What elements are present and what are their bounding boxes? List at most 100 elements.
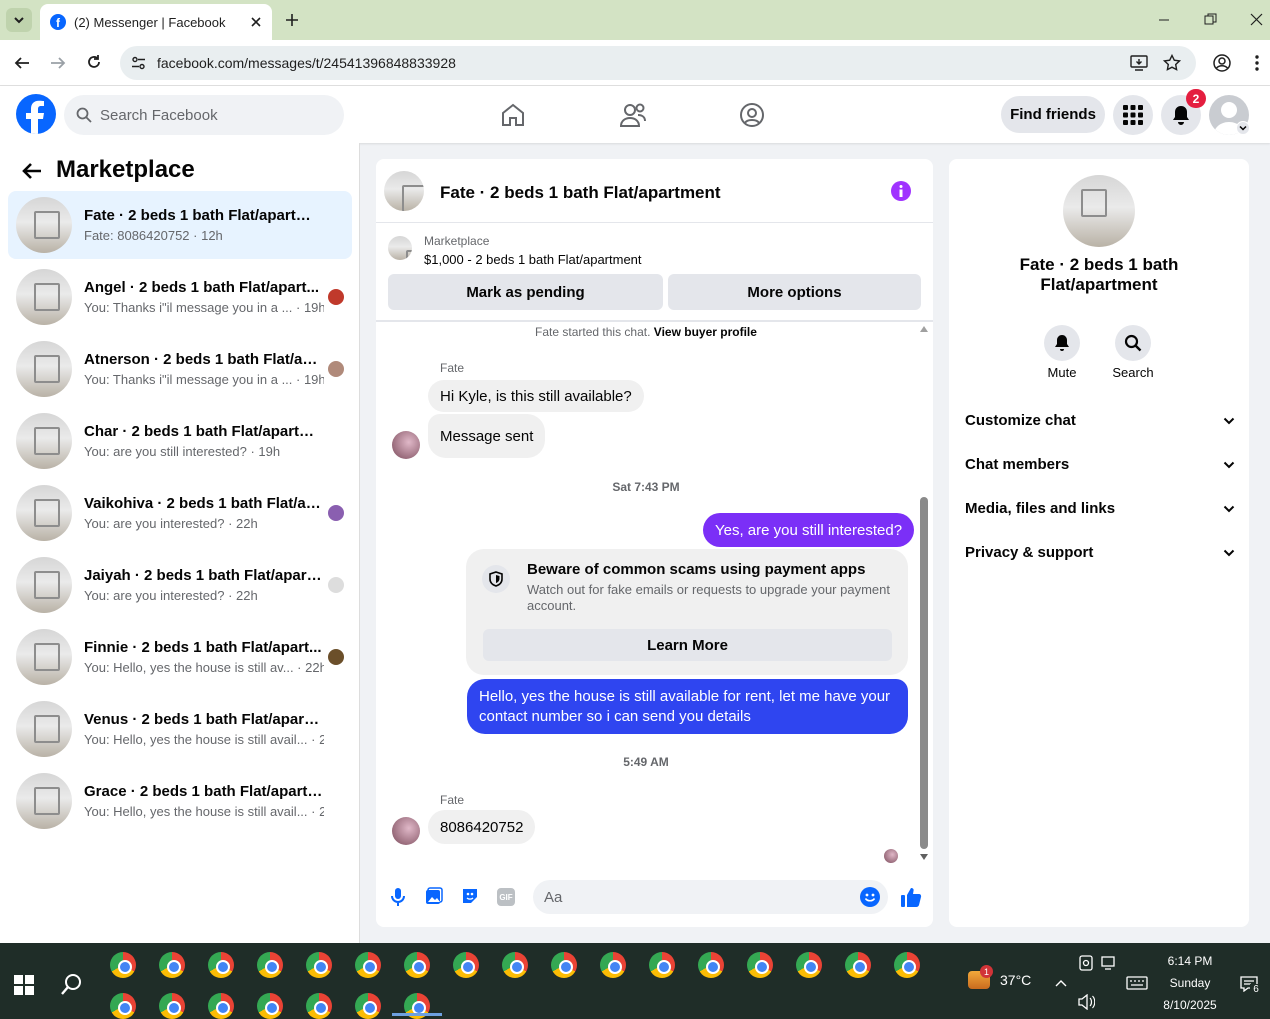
mute-button[interactable] [1044, 325, 1080, 361]
chat-avatar[interactable] [384, 171, 424, 211]
speaker-icon[interactable] [1077, 994, 1095, 1010]
conversation-item[interactable]: Venus · 2 beds 1 bath Flat/apartme... You… [8, 695, 352, 763]
microphone-icon[interactable] [391, 887, 405, 907]
chrome-icon[interactable] [208, 993, 234, 1019]
restore-icon[interactable] [1204, 13, 1217, 26]
details-avatar[interactable] [1063, 175, 1135, 247]
facebook-logo-icon[interactable] [16, 94, 56, 134]
message-bubble[interactable]: Hi Kyle, is this still available? [428, 380, 644, 412]
install-app-icon[interactable] [1130, 55, 1148, 71]
taskbar-search-icon[interactable] [61, 973, 83, 995]
sticker-icon[interactable] [461, 887, 479, 905]
info-button[interactable] [891, 181, 911, 201]
message-bubble[interactable]: 8086420752 [428, 810, 536, 844]
message-bubble[interactable]: Message sent [428, 414, 546, 458]
find-friends-button[interactable]: Find friends [1001, 96, 1105, 133]
chrome-icon[interactable] [698, 952, 724, 978]
conversation-item[interactable]: Vaikohiva · 2 beds 1 bath Flat/ap... You:… [8, 479, 352, 547]
scroll-thumb[interactable] [920, 497, 928, 849]
conversation-item[interactable]: Char · 2 beds 1 bath Flat/apartment You: … [8, 407, 352, 475]
forward-arrow-icon[interactable] [50, 55, 66, 71]
scroll-down-icon[interactable] [920, 854, 928, 860]
close-window-icon[interactable] [1250, 13, 1263, 26]
message-bubble-outgoing[interactable]: Yes, are you still interested? [703, 513, 915, 547]
chat-members-row[interactable]: Chat members [965, 456, 1235, 473]
site-info-icon[interactable] [131, 56, 146, 70]
listing-price[interactable]: $1,000 - 2 beds 1 bath Flat/apartment [424, 252, 642, 267]
back-arrow-icon[interactable] [14, 55, 30, 71]
close-tab-icon[interactable] [250, 16, 262, 28]
clock-time[interactable]: 6:14 PM [1160, 954, 1220, 968]
sender-avatar[interactable] [392, 817, 420, 845]
conversation-item[interactable]: Angel · 2 beds 1 bath Flat/apart... You: … [8, 263, 352, 331]
show-hidden-icons-chevron-icon[interactable] [1055, 979, 1067, 987]
media-files-links-row[interactable]: Media, files and links [965, 500, 1235, 517]
back-arrow-icon[interactable] [22, 162, 42, 180]
chrome-icon[interactable] [894, 952, 920, 978]
meet-now-icon[interactable] [1079, 955, 1093, 971]
browser-tab[interactable]: f (2) Messenger | Facebook [40, 4, 272, 40]
sender-avatar[interactable] [392, 431, 420, 459]
mark-pending-button[interactable]: Mark as pending [388, 274, 663, 310]
chrome-icon[interactable] [747, 952, 773, 978]
chrome-icon[interactable] [796, 952, 822, 978]
browser-menu-icon[interactable] [1255, 54, 1259, 72]
chrome-icon[interactable] [453, 952, 479, 978]
privacy-support-row[interactable]: Privacy & support [965, 544, 1235, 561]
conversation-item[interactable]: Jaiyah · 2 beds 1 bath Flat/apart... You:… [8, 551, 352, 619]
message-bubble-outgoing[interactable]: Hello, yes the house is still available … [467, 679, 908, 734]
chrome-icon[interactable] [649, 952, 675, 978]
chrome-icon[interactable] [110, 952, 136, 978]
chrome-icon[interactable] [355, 993, 381, 1019]
conversation-item[interactable]: Atnerson · 2 beds 1 bath Flat/ap... You: … [8, 335, 352, 403]
chrome-icon[interactable] [306, 952, 332, 978]
view-buyer-profile-link[interactable]: View buyer profile [654, 325, 757, 339]
bookmark-star-icon[interactable] [1163, 54, 1181, 72]
thumbs-up-icon[interactable] [900, 886, 922, 908]
chrome-icon[interactable] [257, 993, 283, 1019]
customize-chat-row[interactable]: Customize chat [965, 412, 1235, 429]
groups-icon[interactable] [739, 102, 765, 128]
tab-search-button[interactable] [6, 8, 32, 32]
learn-more-button[interactable]: Learn More [483, 629, 892, 661]
clock-day[interactable]: Sunday [1160, 976, 1220, 990]
emoji-icon[interactable] [860, 887, 880, 907]
chrome-icon[interactable] [600, 952, 626, 978]
conversation-item[interactable]: Grace · 2 beds 1 bath Flat/apartment You:… [8, 767, 352, 835]
photo-icon[interactable] [425, 887, 443, 905]
home-icon[interactable] [500, 102, 526, 128]
network-icon[interactable] [1101, 956, 1119, 970]
profile-icon[interactable] [1213, 54, 1231, 72]
chat-title[interactable]: Fate · 2 beds 1 bath Flat/apartment [440, 183, 721, 203]
chrome-icon[interactable] [257, 952, 283, 978]
chrome-icon[interactable] [404, 952, 430, 978]
weather-widget[interactable]: 1 37°C [968, 965, 1031, 989]
url-bar[interactable]: facebook.com/messages/t/2454139684883392… [120, 46, 1196, 80]
minimize-icon[interactable] [1158, 14, 1170, 26]
facebook-search-input[interactable]: Search Facebook [64, 95, 344, 135]
conversation-item[interactable]: Finnie · 2 beds 1 bath Flat/apart... You:… [8, 623, 352, 691]
windows-start-icon[interactable] [14, 975, 34, 995]
gif-icon[interactable]: GIF [497, 888, 515, 906]
listing-thumbnail[interactable] [388, 236, 412, 260]
friends-icon[interactable] [619, 102, 647, 128]
chat-scrollbar[interactable] [917, 322, 931, 862]
reload-icon[interactable] [86, 54, 102, 70]
menu-button[interactable] [1113, 95, 1153, 135]
app-icon[interactable] [159, 952, 185, 978]
chrome-icon[interactable] [110, 993, 136, 1019]
account-chevron-icon[interactable] [1236, 121, 1250, 135]
chrome-icon[interactable] [306, 993, 332, 1019]
chrome-icon[interactable] [502, 952, 528, 978]
chrome-icon[interactable] [159, 993, 185, 1019]
conversation-item[interactable]: Fate · 2 beds 1 bath Flat/apartment Fate:… [8, 191, 352, 259]
message-input[interactable]: Aa [533, 880, 888, 914]
chrome-icon[interactable] [208, 952, 234, 978]
scroll-up-icon[interactable] [920, 326, 928, 332]
search-button[interactable] [1115, 325, 1151, 361]
new-tab-icon[interactable] [284, 12, 300, 28]
chrome-icon[interactable] [551, 952, 577, 978]
clock-date[interactable]: 8/10/2025 [1155, 998, 1225, 1012]
keyboard-icon[interactable] [1126, 976, 1148, 990]
chrome-icon[interactable] [845, 952, 871, 978]
